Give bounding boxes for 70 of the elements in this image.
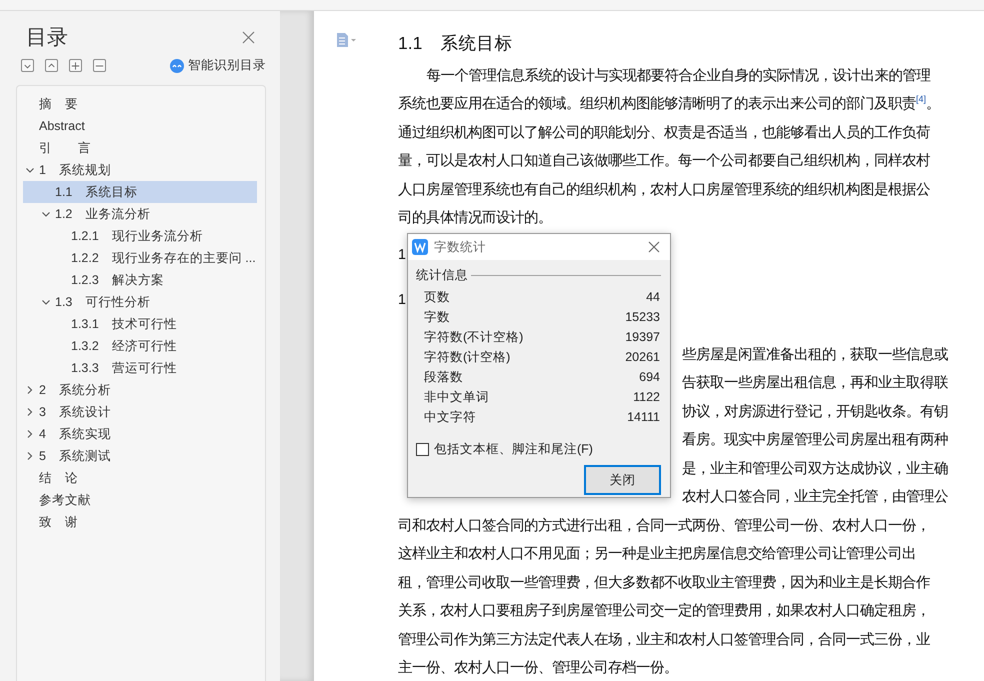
toc-item[interactable]: 1.3.3 营运可行性 bbox=[23, 357, 257, 379]
toc-item[interactable]: 1.3.2 经济可行性 bbox=[23, 335, 257, 357]
close-icon[interactable] bbox=[240, 29, 256, 45]
body-text-line: 这样业主和农村人口不用见面；另一种是业主把房屋信息交给管理公司让管理公司出 bbox=[398, 544, 916, 564]
body-text-line: 系统也要应用在适合的领域。组织机构图能够清晰明了的表示出来公司的部门及职责$^{[4]}$。 bbox=[398, 94, 940, 114]
toc-item[interactable]: 1.2.2 现行业务存在的主要问 ... bbox=[23, 247, 257, 269]
stat-value: 1122 bbox=[633, 390, 660, 404]
body-text-line: 农村人口签合同，业主完全托管，由管理公 bbox=[682, 488, 948, 506]
body-text-line: 看房。现实中房屋管理公司房屋出租有两种 bbox=[682, 430, 948, 450]
toc-item[interactable]: 1 系统规划 bbox=[23, 159, 257, 181]
toc-item[interactable]: 致 谢 bbox=[23, 511, 257, 533]
stat-value: 15233 bbox=[625, 310, 660, 324]
stat-value: 19397 bbox=[625, 330, 660, 344]
toc-item[interactable]: 1.2.3 解决方案 bbox=[23, 269, 257, 291]
toc-item[interactable]: 1.3.1 技术可行性 bbox=[23, 313, 257, 335]
collapse-icon[interactable] bbox=[45, 59, 58, 72]
panel-title: 目录 bbox=[26, 25, 68, 51]
toc-item[interactable]: 4 系统实现 bbox=[23, 423, 257, 445]
stat-label: 非中文单词 bbox=[424, 388, 489, 406]
body-text-line: 告获取一些房屋出租信息，再和业主取得联 bbox=[682, 374, 948, 392]
body-text-line: 通过组织机构图可以了解公司的职能划分、权责是否适当，也能够看出人员的工作负荷 bbox=[398, 124, 930, 142]
toc-item[interactable]: 1.1 系统目标 bbox=[23, 181, 257, 203]
section-heading: 1.1 系统目标 bbox=[398, 32, 514, 55]
dialog-title: 字数统计 bbox=[434, 238, 487, 256]
stat-label: 字符数(不计空格) bbox=[424, 328, 524, 346]
body-text-line: 司的具体情况而设计的。 bbox=[398, 209, 552, 228]
toc-item[interactable]: 5 系统测试 bbox=[23, 445, 257, 467]
group-label: 统计信息 bbox=[416, 267, 468, 284]
close-button[interactable]: 关闭 bbox=[584, 465, 661, 495]
body-text-line: 些房屋是闲置准备出租的，获取一些信息或 bbox=[682, 346, 948, 364]
body-text-line: 每一个管理信息系统的设计与实现都要符合企业自身的实际情况，设计出来的管理 bbox=[426, 66, 931, 85]
toc-item[interactable]: 参考文献 bbox=[23, 489, 257, 511]
stat-label: 中文字符 bbox=[424, 408, 476, 426]
checkbox[interactable] bbox=[416, 443, 429, 456]
toc-item[interactable]: 摘 要 bbox=[23, 93, 257, 115]
toc-item[interactable]: 结 论 bbox=[23, 467, 257, 489]
toc-item[interactable]: Abstract bbox=[23, 115, 257, 137]
stat-value: 20261 bbox=[625, 350, 660, 364]
stat-label: 字符数(计空格) bbox=[424, 348, 510, 366]
toc-item[interactable]: 2 系统分析 bbox=[23, 379, 257, 401]
body-text-line: 协议，对房源进行登记，开钥匙收条。有钥 bbox=[682, 402, 948, 421]
stat-value: 44 bbox=[646, 290, 660, 304]
remove-icon[interactable] bbox=[93, 59, 106, 72]
close-icon[interactable] bbox=[646, 239, 662, 255]
checkbox-label: 包括文本框、脚注和尾注(F) bbox=[434, 441, 593, 458]
body-text-line: 司和农村人口签合同的方式进行出租，合同一式两份、管理公司一份、农村人口一份， bbox=[398, 516, 930, 535]
body-text-line: 关系，农村人口要租房子到房屋管理公司交一定的管理费用，如果农村人口确定租房， bbox=[398, 602, 930, 620]
toc-item[interactable]: 3 系统设计 bbox=[23, 401, 257, 423]
body-text-line: 1 bbox=[398, 292, 406, 308]
add-icon[interactable] bbox=[69, 59, 82, 72]
expand-icon[interactable] bbox=[21, 59, 34, 72]
app-logo-icon bbox=[412, 239, 428, 255]
body-text-line: 租，管理公司收取一些管理费，但大多数都不收取业主管理费，因为和业主是长期合作 bbox=[398, 574, 930, 592]
body-text-line: 量，可以是农村人口知道自己该做哪些工作。每一个公司都要自己组织机构，同样农村 bbox=[398, 152, 930, 170]
toc-item[interactable]: 1.2 业务流分析 bbox=[23, 203, 257, 225]
toc-item[interactable]: 引 言 bbox=[23, 137, 257, 159]
smart-toc-icon bbox=[170, 58, 184, 72]
toc-item[interactable]: 1.2.1 现行业务流分析 bbox=[23, 225, 257, 247]
body-text-line: 管理公司作为第三方法定代表人在场，业主和农村人口签管理合同，合同一式三份，业 bbox=[398, 630, 930, 649]
stat-value: 694 bbox=[639, 370, 660, 384]
smart-toc-button[interactable]: 智能识别目录 bbox=[170, 57, 266, 74]
body-text-line: 是，业主和管理公司双方达成协议，业主确 bbox=[682, 460, 948, 478]
stat-label: 段落数 bbox=[424, 368, 463, 386]
body-text-line: 人口房屋管理系统也有自己的组织机构，农村人口房屋管理系统的组织机构图是根据公 bbox=[398, 180, 930, 199]
body-text-line: 主一份、农村人口一份、管理公司存档一份。 bbox=[398, 658, 678, 678]
stat-label: 字数 bbox=[424, 308, 450, 326]
stat-value: 14111 bbox=[627, 410, 660, 424]
body-text-line: 1 bbox=[398, 246, 406, 262]
stat-label: 页数 bbox=[424, 288, 450, 306]
toc-item[interactable]: 1.3 可行性分析 bbox=[23, 291, 257, 313]
